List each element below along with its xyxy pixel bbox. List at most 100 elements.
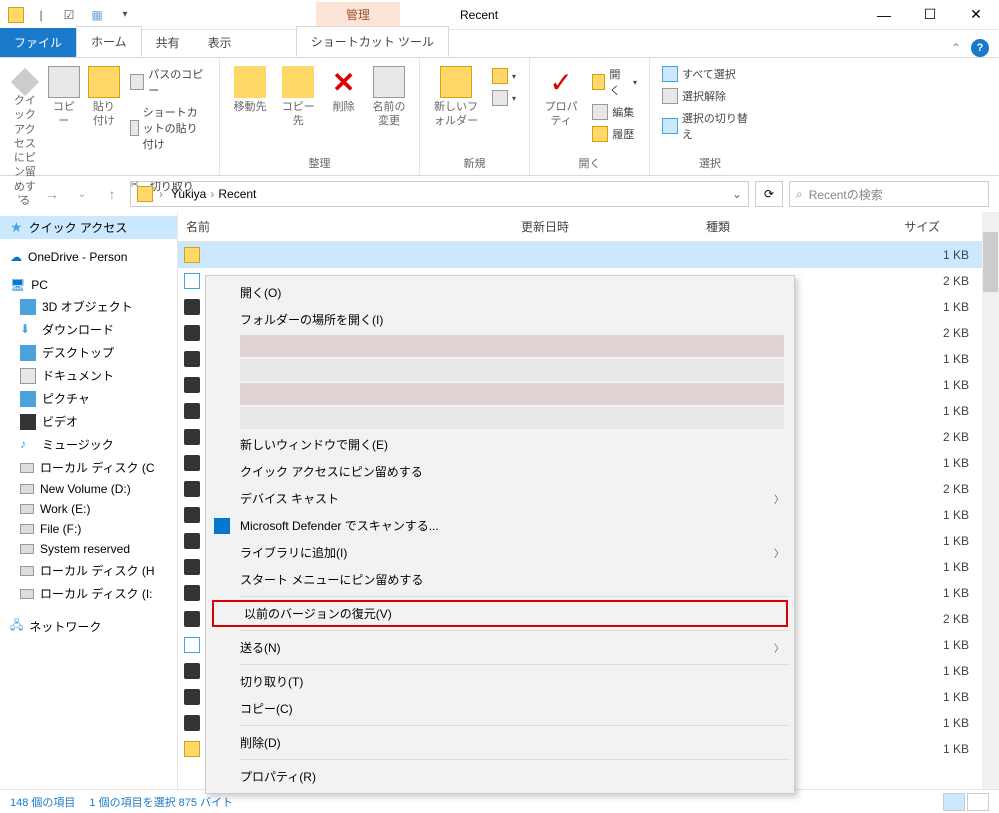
menu-properties[interactable]: プロパティ(R) — [208, 763, 792, 790]
new-folder-button[interactable]: 新しいフォルダー — [428, 62, 484, 133]
menu-open[interactable]: 開く(O) — [208, 279, 792, 306]
copy-button[interactable]: コピー — [46, 62, 82, 133]
sidebar-pc[interactable]: 🖥PC — [0, 275, 177, 295]
sidebar-item[interactable]: デスクトップ — [0, 341, 177, 364]
easy-access-button[interactable]: ▾ — [488, 88, 520, 108]
ribbon-collapse-icon[interactable]: ⌃ — [951, 41, 961, 55]
sidebar-item[interactable]: ♪ミュージック — [0, 433, 177, 456]
copy-to-button[interactable]: コピー先 — [276, 62, 320, 133]
sidebar-onedrive[interactable]: ☁OneDrive - Person — [0, 247, 177, 267]
minimize-button[interactable]: — — [861, 0, 907, 30]
menu-defender[interactable]: Microsoft Defender でスキャンする... — [208, 512, 792, 539]
ribbon-tabs: ファイル ホーム 共有 表示 ショートカット ツール ⌃ ? — [0, 30, 999, 58]
menu-open-location[interactable]: フォルダーの場所を開く(I) — [208, 306, 792, 333]
qat-check-icon[interactable]: ☑ — [58, 4, 80, 26]
menu-cut[interactable]: 切り取り(T) — [208, 668, 792, 695]
sidebar-quick-access[interactable]: ★クイック アクセス — [0, 216, 177, 239]
select-all-button[interactable]: すべて選択 — [658, 64, 762, 84]
sidebar-item[interactable]: Work (E:) — [0, 499, 177, 519]
edit-button[interactable]: 編集 — [588, 102, 641, 122]
breadcrumb-segment[interactable]: Recent — [216, 187, 258, 201]
column-type[interactable]: 種類 — [698, 212, 848, 241]
sidebar-network[interactable]: 🖧ネットワーク — [0, 613, 177, 640]
qat-properties-icon[interactable]: ▦ — [86, 4, 108, 26]
maximize-button[interactable]: ☐ — [907, 0, 953, 30]
move-to-button[interactable]: 移動先 — [228, 62, 272, 118]
window-title: Recent — [460, 8, 498, 22]
menu-delete[interactable]: 削除(D) — [208, 729, 792, 756]
menu-copy[interactable]: コピー(C) — [208, 695, 792, 722]
sidebar-item[interactable]: ローカル ディスク (H — [0, 559, 177, 582]
file-icon — [184, 611, 200, 627]
column-size[interactable]: サイズ — [848, 212, 948, 241]
menu-pin-quick[interactable]: クイック アクセスにピン留めする — [208, 458, 792, 485]
menu-send-to[interactable]: 送る(N)〉 — [208, 634, 792, 661]
delete-button[interactable]: ✕ 削除 — [324, 62, 363, 118]
menu-restore-version[interactable]: 以前のバージョンの復元(V) — [212, 600, 788, 627]
menu-new-window[interactable]: 新しいウィンドウで開く(E) — [208, 431, 792, 458]
sidebar-item[interactable]: ピクチャ — [0, 387, 177, 410]
invert-selection-button[interactable]: 選択の切り替え — [658, 108, 762, 144]
scroll-thumb[interactable] — [983, 232, 998, 292]
up-button[interactable]: ↑ — [100, 182, 124, 206]
file-row[interactable]: 1 KB — [178, 242, 999, 268]
column-date[interactable]: 更新日時 — [513, 212, 698, 241]
history-button[interactable]: 履歴 — [588, 124, 641, 144]
file-icon — [184, 455, 200, 471]
cloud-icon: ☁ — [10, 250, 22, 264]
sidebar-item[interactable]: ビデオ — [0, 410, 177, 433]
menu-start-pin[interactable]: スタート メニューにピン留めする — [208, 566, 792, 593]
address-dropdown[interactable]: ⌄ — [732, 187, 742, 201]
sidebar-item[interactable]: New Volume (D:) — [0, 479, 177, 499]
sidebar-item[interactable]: ⬇ダウンロード — [0, 318, 177, 341]
sidebar-item[interactable]: 3D オブジェクト — [0, 295, 177, 318]
navigation-pane: ★クイック アクセス ☁OneDrive - Person 🖥PC 3D オブジ… — [0, 212, 178, 789]
tab-share[interactable]: 共有 — [142, 28, 194, 57]
file-icon — [184, 507, 200, 523]
recent-locations-button[interactable]: ⌄ — [70, 182, 94, 206]
close-button[interactable]: ✕ — [953, 0, 999, 30]
help-icon[interactable]: ? — [971, 39, 989, 57]
back-button[interactable]: ← — [10, 182, 34, 206]
sidebar-item[interactable]: File (F:) — [0, 519, 177, 539]
chevron-right-icon[interactable]: › — [210, 187, 214, 201]
new-item-button[interactable]: ▾ — [488, 66, 520, 86]
menu-device-cast[interactable]: デバイス キャスト〉 — [208, 485, 792, 512]
drive-icon — [20, 484, 34, 494]
sidebar-item[interactable]: ドキュメント — [0, 364, 177, 387]
tab-view[interactable]: 表示 — [194, 28, 246, 57]
rename-button[interactable]: 名前の変更 — [367, 62, 411, 133]
tab-shortcut-tools[interactable]: ショートカット ツール — [296, 26, 449, 57]
tab-file[interactable]: ファイル — [0, 28, 76, 57]
sidebar-item[interactable]: System reserved — [0, 539, 177, 559]
vertical-scrollbar[interactable] — [982, 212, 999, 789]
properties-icon: ✓ — [545, 66, 577, 98]
sidebar-item[interactable]: ローカル ディスク (I: — [0, 582, 177, 605]
refresh-button[interactable]: ⟳ — [755, 181, 783, 207]
chevron-right-icon[interactable]: › — [159, 187, 163, 201]
breadcrumb-segment[interactable]: Yukiya — [169, 187, 208, 201]
properties-button[interactable]: ✓ プロパティ — [538, 62, 584, 133]
paste-button[interactable]: 貼り付け — [86, 62, 122, 133]
sidebar-item[interactable]: ローカル ディスク (C — [0, 456, 177, 479]
delete-icon: ✕ — [328, 66, 360, 98]
paste-shortcut-button[interactable]: ショートカットの貼り付け — [126, 102, 211, 154]
view-details-button[interactable] — [943, 793, 965, 811]
view-large-icons-button[interactable] — [967, 793, 989, 811]
copy-path-button[interactable]: パスのコピー — [126, 64, 211, 100]
select-none-button[interactable]: 選択解除 — [658, 86, 762, 106]
new-item-icon — [492, 68, 508, 84]
folder-icon — [137, 186, 153, 202]
copy-icon — [48, 66, 80, 98]
column-name[interactable]: 名前 — [178, 212, 513, 241]
history-icon — [592, 126, 608, 142]
address-bar[interactable]: › Yukiya › Recent ⌄ — [130, 181, 749, 207]
open-button[interactable]: 開く▾ — [588, 64, 641, 100]
search-box[interactable]: ⌕ Recentの検索 — [789, 181, 989, 207]
chevron-right-icon: 〉 — [774, 640, 784, 655]
drive-icon — [20, 544, 34, 554]
qat-dropdown[interactable]: ▾ — [114, 4, 136, 26]
forward-button[interactable]: → — [40, 182, 64, 206]
menu-library[interactable]: ライブラリに追加(I)〉 — [208, 539, 792, 566]
tab-home[interactable]: ホーム — [76, 26, 142, 57]
